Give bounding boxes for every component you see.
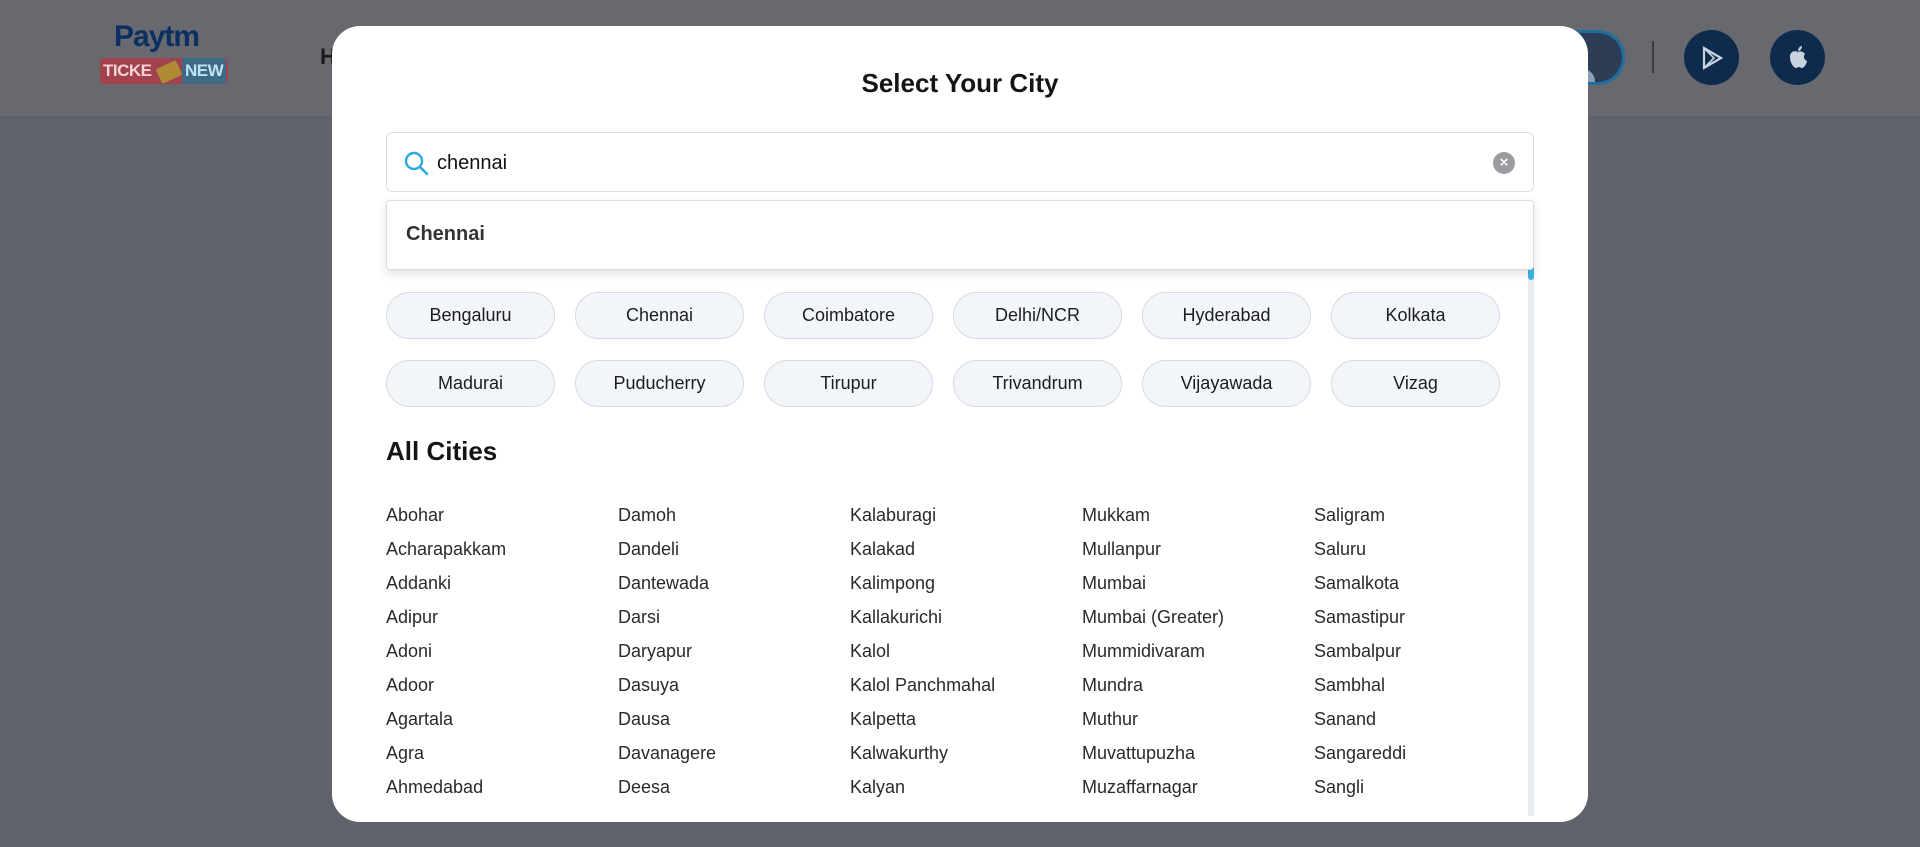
city-link[interactable]: Kalaburagi bbox=[850, 498, 1082, 532]
city-chip[interactable]: Madurai bbox=[386, 360, 555, 407]
city-link[interactable]: Samastipur bbox=[1314, 600, 1546, 634]
city-link[interactable]: Saluru bbox=[1314, 532, 1546, 566]
city-link[interactable]: Kalakad bbox=[850, 532, 1082, 566]
city-link[interactable]: Sambhal bbox=[1314, 668, 1546, 702]
all-cities-heading: All Cities bbox=[386, 436, 498, 466]
search-suggestions-dropdown: Chennai bbox=[386, 200, 1534, 270]
city-link[interactable]: Mukkam bbox=[1082, 498, 1314, 532]
city-link[interactable]: Kalyan bbox=[850, 770, 1082, 804]
city-link[interactable]: Kalol Panchmahal bbox=[850, 668, 1082, 702]
city-link[interactable]: Acharapakkam bbox=[386, 532, 618, 566]
search-icon bbox=[404, 151, 429, 176]
city-link[interactable]: Muthur bbox=[1082, 702, 1314, 736]
logo-wordmark: Paytm bbox=[114, 20, 200, 53]
city-link[interactable]: Abohar bbox=[386, 498, 618, 532]
play-store-button[interactable] bbox=[1684, 30, 1739, 85]
select-city-modal: Select Your City × Chennai Bengaluru Che… bbox=[332, 26, 1588, 822]
city-link[interactable]: Darsi bbox=[618, 600, 850, 634]
city-column: Saligram Saluru Samalkota Samastipur Sam… bbox=[1314, 498, 1546, 804]
clear-icon[interactable]: × bbox=[1493, 152, 1515, 174]
city-link[interactable]: Agartala bbox=[386, 702, 618, 736]
city-column: Damoh Dandeli Dantewada Darsi Daryapur D… bbox=[618, 498, 850, 804]
suggestion-item[interactable]: Chennai bbox=[406, 223, 485, 246]
city-chip[interactable]: Vijayawada bbox=[1142, 360, 1311, 407]
city-chip[interactable]: Delhi/NCR bbox=[953, 292, 1122, 339]
city-link[interactable]: Adoni bbox=[386, 634, 618, 668]
city-column: Abohar Acharapakkam Addanki Adipur Adoni… bbox=[386, 498, 618, 804]
city-link[interactable]: Dausa bbox=[618, 702, 850, 736]
city-column: Kalaburagi Kalakad Kalimpong Kallakurich… bbox=[850, 498, 1082, 804]
city-link[interactable]: Mummidivaram bbox=[1082, 634, 1314, 668]
city-chip[interactable]: Vizag bbox=[1331, 360, 1500, 407]
city-link[interactable]: Kallakurichi bbox=[850, 600, 1082, 634]
city-link[interactable]: Daryapur bbox=[618, 634, 850, 668]
city-chip[interactable]: Trivandrum bbox=[953, 360, 1122, 407]
city-link[interactable]: Deesa bbox=[618, 770, 850, 804]
city-chip[interactable]: Chennai bbox=[575, 292, 744, 339]
app-store-button[interactable] bbox=[1770, 30, 1825, 85]
modal-title: Select Your City bbox=[861, 68, 1059, 98]
city-link[interactable]: Mundra bbox=[1082, 668, 1314, 702]
logo-new-text: NEW bbox=[182, 58, 227, 84]
city-link[interactable]: Agra bbox=[386, 736, 618, 770]
logo-ticket-text: TICKE bbox=[103, 61, 152, 80]
city-link[interactable]: Saligram bbox=[1314, 498, 1546, 532]
city-chip[interactable]: Coimbatore bbox=[764, 292, 933, 339]
city-link[interactable]: Kalwakurthy bbox=[850, 736, 1082, 770]
city-link[interactable]: Kalimpong bbox=[850, 566, 1082, 600]
city-link[interactable]: Davanagere bbox=[618, 736, 850, 770]
city-link[interactable]: Addanki bbox=[386, 566, 618, 600]
city-link[interactable]: Kalol bbox=[850, 634, 1082, 668]
city-chip[interactable]: Tirupur bbox=[764, 360, 933, 407]
apple-icon bbox=[1789, 45, 1807, 68]
city-link[interactable]: Adoor bbox=[386, 668, 618, 702]
city-link[interactable]: Ahmedabad bbox=[386, 770, 618, 804]
city-link[interactable]: Muzaffarnagar bbox=[1082, 770, 1314, 804]
city-link[interactable]: Dandeli bbox=[618, 532, 850, 566]
city-link[interactable]: Mumbai (Greater) bbox=[1082, 600, 1314, 634]
city-link[interactable]: Mullanpur bbox=[1082, 532, 1314, 566]
city-chip[interactable]: Puducherry bbox=[575, 360, 744, 407]
play-store-icon bbox=[1702, 45, 1723, 70]
city-link[interactable]: Dasuya bbox=[618, 668, 850, 702]
city-column: Mukkam Mullanpur Mumbai Mumbai (Greater)… bbox=[1082, 498, 1314, 804]
popular-cities-grid: Bengaluru Chennai Coimbatore Delhi/NCR H… bbox=[386, 292, 1506, 407]
city-link[interactable]: Sambalpur bbox=[1314, 634, 1546, 668]
city-link[interactable]: Sangareddi bbox=[1314, 736, 1546, 770]
city-chip[interactable]: Bengaluru bbox=[386, 292, 555, 339]
city-link[interactable]: Dantewada bbox=[618, 566, 850, 600]
city-search-box[interactable]: × bbox=[386, 132, 1534, 192]
city-chip[interactable]: Kolkata bbox=[1331, 292, 1500, 339]
city-chip[interactable]: Hyderabad bbox=[1142, 292, 1311, 339]
city-link[interactable]: Sangli bbox=[1314, 770, 1546, 804]
city-link[interactable]: Samalkota bbox=[1314, 566, 1546, 600]
city-link[interactable]: Sanand bbox=[1314, 702, 1546, 736]
paytm-ticketnew-logo[interactable]: Paytm TICKE NEW bbox=[98, 20, 230, 88]
city-link[interactable]: Mumbai bbox=[1082, 566, 1314, 600]
header-divider bbox=[1652, 41, 1654, 73]
city-link[interactable]: Muvattupuzha bbox=[1082, 736, 1314, 770]
city-search-input[interactable] bbox=[437, 141, 1477, 185]
city-link[interactable]: Adipur bbox=[386, 600, 618, 634]
city-link[interactable]: Kalpetta bbox=[850, 702, 1082, 736]
all-cities-list: Abohar Acharapakkam Addanki Adipur Adoni… bbox=[386, 498, 1526, 804]
city-link[interactable]: Damoh bbox=[618, 498, 850, 532]
